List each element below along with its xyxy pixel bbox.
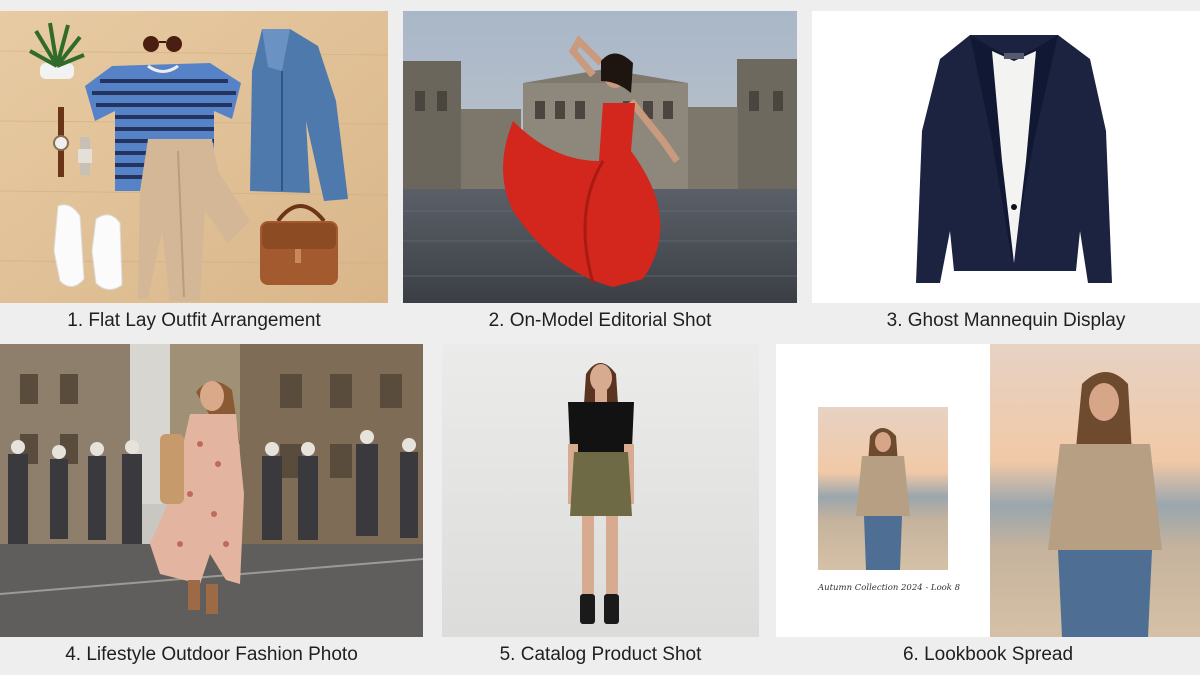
caption-text: Catalog Product Shot (520, 644, 702, 665)
ghost-mannequin-scene (812, 11, 1200, 303)
caption-number: 6. (902, 644, 919, 665)
ghost-mannequin-image (812, 11, 1200, 303)
caption-number: 5. (499, 644, 516, 665)
editorial-image (403, 11, 797, 303)
catalog-scene (442, 344, 759, 637)
caption-lookbook: 6. Lookbook Spread (776, 643, 1200, 667)
caption-number: 4. (65, 644, 82, 665)
lifestyle-scene (0, 344, 423, 637)
editorial-scene (403, 11, 797, 303)
caption-text: Ghost Mannequin Display (907, 310, 1126, 331)
lifestyle-image (0, 344, 423, 637)
caption-lifestyle: 4. Lifestyle Outdoor Fashion Photo (0, 643, 423, 667)
lookbook-page-caption: Autumn Collection 2024 - Look 8 (818, 583, 961, 593)
caption-text: Lifestyle Outdoor Fashion Photo (86, 644, 358, 665)
lookbook-scene (776, 344, 1200, 637)
caption-catalog: 5. Catalog Product Shot (442, 643, 759, 667)
flat-lay-scene (0, 11, 388, 303)
caption-text: Lookbook Spread (924, 644, 1074, 665)
caption-text: Flat Lay Outfit Arrangement (88, 310, 321, 331)
flat-lay-image (0, 11, 388, 303)
caption-flat-lay: 1. Flat Lay Outfit Arrangement (0, 309, 388, 333)
caption-number: 2. (488, 310, 505, 331)
caption-editorial: 2. On-Model Editorial Shot (403, 309, 797, 333)
caption-text: On-Model Editorial Shot (509, 310, 712, 331)
right-page-beach-portrait (990, 344, 1200, 637)
lookbook-spread-image: Autumn Collection 2024 - Look 8 (776, 344, 1200, 637)
caption-ghost-mannequin: 3. Ghost Mannequin Display (812, 309, 1200, 333)
catalog-image (442, 344, 759, 637)
caption-number: 1. (67, 310, 84, 331)
caption-number: 3. (886, 310, 903, 331)
left-page-beach-portrait (818, 407, 948, 570)
